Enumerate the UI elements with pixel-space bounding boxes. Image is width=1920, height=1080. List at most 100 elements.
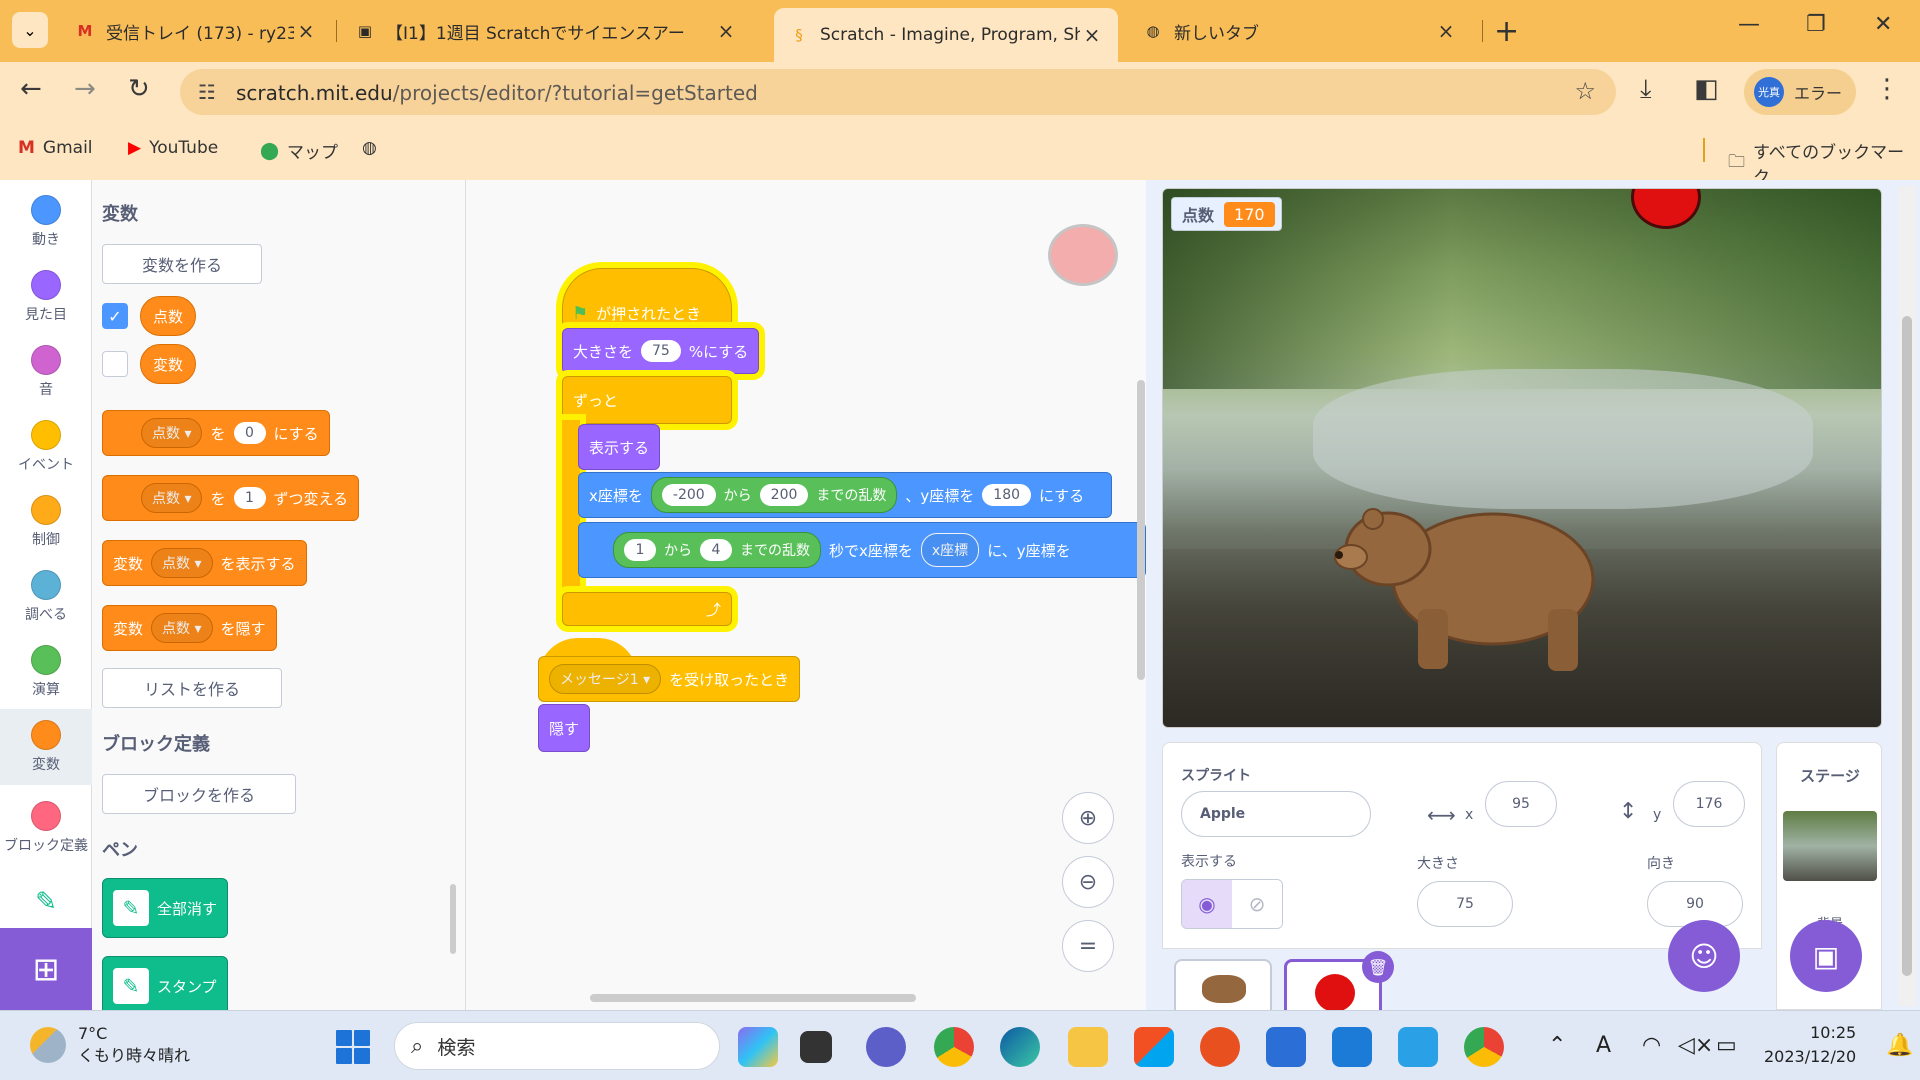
bookmark-maps[interactable]: ⬤ マップ — [260, 138, 338, 164]
delete-sprite-button[interactable]: 🗑 — [1362, 951, 1394, 983]
chrome-icon[interactable] — [934, 1027, 974, 1067]
bookmark-youtube[interactable]: ▶ YouTube — [128, 138, 218, 158]
site-info-icon[interactable]: ☷ — [198, 80, 216, 104]
category-pen[interactable]: ✎ — [0, 882, 92, 922]
value-input[interactable]: 0 — [233, 422, 266, 444]
category-operators[interactable]: 演算 — [0, 634, 92, 710]
score-monitor[interactable]: 点数 170 — [1171, 197, 1282, 231]
tab-search-button[interactable]: ⌄ — [12, 12, 48, 48]
back-icon[interactable]: ← — [20, 74, 42, 104]
hide-sprite-button[interactable]: ⊘ — [1232, 880, 1282, 928]
zoom-in-button[interactable]: ⊕ — [1062, 792, 1114, 844]
category-motion[interactable]: 動き — [0, 184, 92, 260]
make-list-button[interactable]: リストを作る — [102, 668, 282, 708]
variable-checkbox[interactable] — [102, 351, 128, 377]
size-input[interactable]: 75 — [1417, 881, 1513, 927]
zoom-out-button[interactable]: ⊖ — [1062, 856, 1114, 908]
bookmark-globe[interactable]: ◍ — [362, 138, 385, 158]
message-dropdown[interactable]: メッセージ1 ▾ — [549, 664, 662, 694]
add-backdrop-button[interactable]: ▣ — [1790, 920, 1862, 992]
download-icon[interactable]: ⤓ — [1640, 74, 1652, 105]
mail-app-icon[interactable] — [1266, 1027, 1306, 1067]
profile-button[interactable]: 光真 エラー — [1744, 69, 1856, 115]
app-icon-orange[interactable] — [1200, 1027, 1240, 1067]
tab-gmail[interactable]: M 受信トレイ (173) - ry23077s@osa × — [60, 10, 332, 52]
notification-bell-icon[interactable]: 🔔 — [1886, 1033, 1913, 1058]
close-icon[interactable]: × — [1080, 23, 1104, 47]
battery-icon[interactable]: ▭ — [1716, 1033, 1737, 1058]
hide-variable-block[interactable]: 変数 点数 ▾ を隠す — [102, 605, 277, 651]
variable-dropdown[interactable]: 点数 ▾ — [151, 548, 213, 578]
copilot-icon[interactable] — [738, 1027, 778, 1067]
store-icon[interactable] — [1134, 1027, 1174, 1067]
wifi-icon[interactable]: ◠ — [1642, 1033, 1661, 1058]
set-variable-block[interactable]: 点数 ▾ を 0 にする — [102, 410, 330, 456]
add-extension-button[interactable]: ⊞ — [0, 928, 92, 1010]
edge-icon[interactable] — [1000, 1027, 1040, 1067]
when-receive-block[interactable]: メッセージ1 ▾ を受け取ったとき — [538, 656, 801, 702]
code-workspace[interactable]: ⚑ が押されたとき 大きさを 75 %にする ずっと ⤴ 表示する x座標を -… — [466, 180, 1146, 1010]
go-to-xy-block[interactable]: x座標を -200 から 200 までの乱数 、y座標を 180 にする — [578, 472, 1112, 518]
variable-reporter-var[interactable]: 変数 — [140, 344, 197, 384]
chrome-profile-icon[interactable] — [1464, 1027, 1504, 1067]
y-input[interactable]: 180 — [982, 484, 1032, 506]
size-input[interactable]: 75 — [641, 340, 681, 362]
make-variable-button[interactable]: 変数を作る — [102, 244, 262, 284]
menu-dots-icon[interactable]: ⋮ — [1874, 74, 1900, 104]
notepad-icon[interactable] — [1398, 1027, 1438, 1067]
y-input[interactable]: 176 — [1673, 781, 1745, 827]
new-tab-button[interactable]: + — [1494, 14, 1519, 49]
variable-dropdown[interactable]: 点数 ▾ — [141, 483, 203, 513]
variable-checkbox[interactable]: ✓ — [102, 303, 128, 329]
windows-start-button[interactable] — [336, 1030, 370, 1064]
side-panel-icon[interactable]: ◧ — [1694, 74, 1719, 104]
page-scrollbar-thumb[interactable] — [1902, 316, 1912, 976]
change-variable-block[interactable]: 点数 ▾ を 1 ずつ変える — [102, 475, 360, 521]
bookmark-star-icon[interactable]: ☆ — [1574, 77, 1596, 105]
page-scrollbar[interactable] — [1898, 186, 1916, 1006]
category-myblocks[interactable]: ブロック定義 — [0, 784, 92, 872]
category-sensing[interactable]: 調べる — [0, 559, 92, 635]
random-reporter[interactable]: 1 から 4 までの乱数 — [613, 532, 821, 568]
pen-stamp-block[interactable]: ✎ スタンプ — [102, 956, 228, 1010]
category-control[interactable]: 制御 — [0, 484, 92, 560]
workspace-vertical-scrollbar[interactable] — [1137, 380, 1145, 680]
backdrop-thumbnail[interactable] — [1783, 811, 1877, 881]
teams-icon[interactable] — [866, 1027, 906, 1067]
stage-canvas[interactable]: 点数 170 — [1162, 188, 1882, 728]
x-position-reporter[interactable]: x座標 — [920, 533, 980, 567]
variable-reporter-score[interactable]: 点数 — [140, 296, 197, 336]
show-block[interactable]: 表示する — [578, 424, 661, 470]
task-view-icon[interactable] — [800, 1031, 832, 1063]
category-events[interactable]: イベント — [0, 409, 92, 485]
ime-icon[interactable]: A — [1596, 1033, 1611, 1058]
bookmark-gmail[interactable]: M Gmail — [18, 138, 93, 158]
tab-new-tab[interactable]: ◍ 新しいタブ × — [1128, 10, 1472, 52]
show-sprite-button[interactable]: ◉ — [1182, 880, 1232, 928]
url-text[interactable]: scratch.mit.edu/projects/editor/?tutoria… — [236, 81, 758, 105]
file-explorer-icon[interactable] — [1068, 1027, 1108, 1067]
value-input[interactable]: 1 — [233, 487, 266, 509]
make-block-button[interactable]: ブロックを作る — [102, 774, 296, 814]
show-variable-block[interactable]: 変数 点数 ▾ を表示する — [102, 540, 307, 586]
forward-icon[interactable]: → — [74, 74, 96, 104]
tab-classroom[interactable]: ▣ 【I1】1週目 Scratchでサイエンスアー × — [340, 10, 752, 52]
variable-dropdown[interactable]: 点数 ▾ — [151, 613, 213, 643]
chevron-up-icon[interactable]: ⌃ — [1548, 1033, 1566, 1058]
bear-sprite[interactable] — [1333, 489, 1603, 679]
close-icon[interactable]: × — [1434, 19, 1458, 43]
close-icon[interactable]: × — [714, 19, 738, 43]
forever-block[interactable]: ずっと — [562, 376, 732, 424]
tab-scratch[interactable]: § Scratch - Imagine, Program, Sha × — [774, 8, 1118, 62]
hide-block[interactable]: 隠す — [538, 704, 591, 752]
taskbar-search-box[interactable]: ⌕ 検索 — [394, 1022, 720, 1070]
category-looks[interactable]: 見た目 — [0, 259, 92, 335]
set-size-block[interactable]: 大きさを 75 %にする — [562, 328, 760, 374]
category-sound[interactable]: 音 — [0, 334, 92, 410]
category-variables[interactable]: 変数 — [0, 709, 92, 785]
zoom-reset-button[interactable]: = — [1062, 920, 1114, 972]
palette-scrollbar[interactable] — [450, 884, 456, 954]
close-icon[interactable]: × — [294, 19, 318, 43]
sprite-name-input[interactable]: Apple — [1181, 791, 1371, 837]
clock[interactable]: 10:25 2023/12/20 — [1764, 1021, 1856, 1069]
